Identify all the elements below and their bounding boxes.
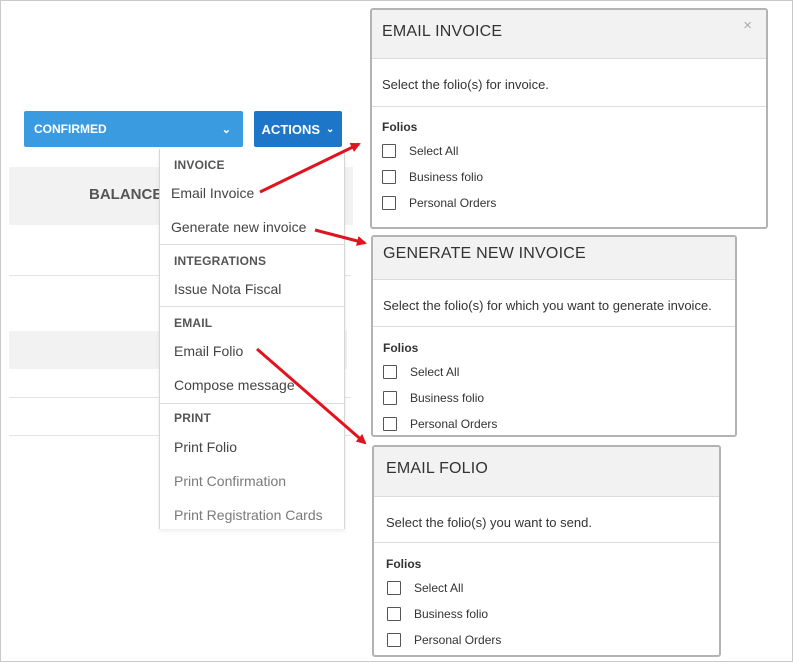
arrow-to-generate-invoice-dialog <box>314 228 367 246</box>
arrow-to-email-folio-dialog <box>256 347 367 445</box>
arrow-to-email-invoice-dialog <box>259 142 361 194</box>
screenshot-frame: BALANCE CONFIRMED ⌄ ACTIONS ⌄ INVOICE Em… <box>0 0 793 662</box>
annotation-arrows <box>256 142 367 445</box>
